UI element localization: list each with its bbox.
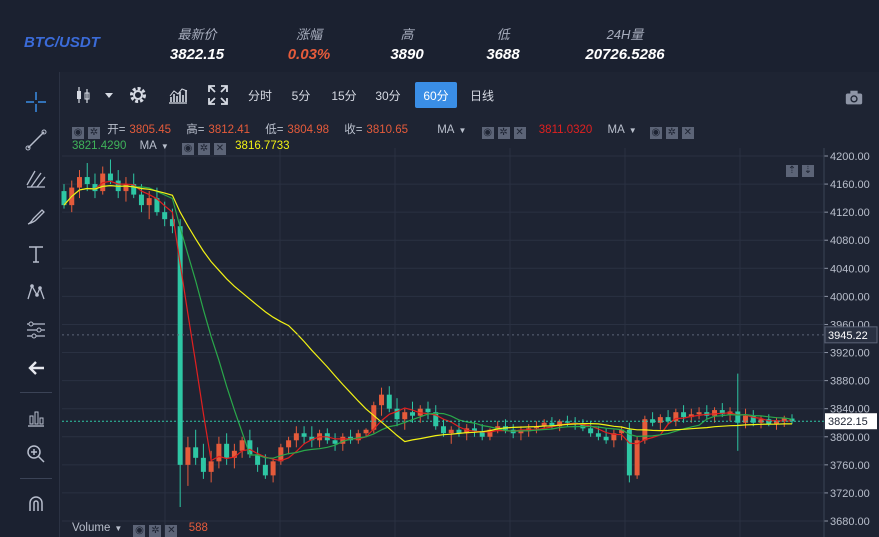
candle-body [208, 461, 214, 472]
candle-body [386, 394, 392, 409]
eye-icon[interactable]: ◉ [72, 127, 84, 139]
candle-body [595, 433, 601, 437]
candle-body [665, 417, 671, 422]
candle-body [712, 410, 718, 416]
candle-body [379, 394, 385, 406]
candle-body [278, 447, 284, 462]
close-icon[interactable]: ✕ [165, 525, 178, 537]
eye-icon[interactable]: ◉ [181, 143, 194, 155]
candle-body [634, 440, 640, 476]
y-tick-label: 4000.00 [830, 291, 870, 303]
open-label: 开= [107, 124, 126, 136]
low-label: 低= [265, 124, 284, 136]
candle-body [588, 428, 594, 434]
candle-body [247, 440, 253, 455]
y-tick-label: 3880.00 [830, 376, 870, 388]
candle-body [216, 443, 222, 462]
scale-up-icon[interactable]: ⇡ [786, 165, 798, 177]
settings-small-icon[interactable]: ✲ [197, 143, 210, 155]
candle-body [448, 429, 454, 434]
close-icon[interactable]: ✕ [681, 127, 694, 139]
close-label: 收= [344, 124, 363, 136]
price-chart[interactable]: 4200.00 4160.00 4120.00 4080.00 4040.00 4000.… [0, 0, 879, 537]
settings-small-icon[interactable]: ✲ [149, 525, 162, 537]
high-value: 3812.41 [208, 124, 250, 136]
eye-icon[interactable]: ◉ [133, 525, 146, 537]
candle-body [107, 173, 113, 181]
y-tick-label: 3800.00 [830, 432, 870, 444]
ma-legend: 3821.4290 MA ▼ ◉ ✲ ✕ 3816.7733 [72, 140, 294, 155]
candle-body [270, 461, 276, 476]
y-tick-label: 4080.00 [830, 235, 870, 247]
candle-body [293, 433, 299, 441]
candle-body [224, 443, 230, 458]
volume-value: 588 [188, 522, 208, 534]
y-tick-label: 3680.00 [830, 516, 870, 528]
ma-label[interactable]: MA [437, 124, 454, 136]
ma-yellow-value: 3816.7733 [235, 140, 290, 152]
volume-legend: Volume ▼ ◉ ✲ ✕ 588 [72, 522, 212, 537]
scale-down-icon[interactable]: ⇣ [802, 165, 814, 177]
settings-small-icon[interactable]: ✲ [665, 127, 678, 139]
candle-body [363, 429, 369, 434]
candle-body [402, 412, 408, 420]
candle-body [626, 429, 632, 476]
candle-body [185, 447, 191, 465]
candle-body [200, 457, 206, 472]
chevron-down-icon[interactable]: ▼ [629, 126, 637, 135]
close-icon[interactable]: ✕ [213, 143, 226, 155]
candle-body [84, 177, 90, 185]
candle-body [162, 212, 168, 220]
volume-label[interactable]: Volume [72, 522, 110, 534]
candle-body [146, 198, 152, 206]
ma-red-value: 3811.0320 [538, 124, 593, 136]
last-price-label: 3822.15 [828, 416, 868, 428]
candle-body [410, 412, 416, 416]
candle-body [332, 440, 338, 444]
ma-label[interactable]: MA [608, 124, 625, 136]
close-icon[interactable]: ✕ [513, 127, 526, 139]
eye-icon[interactable]: ◉ [649, 127, 662, 139]
y-tick-label: 3720.00 [830, 488, 870, 500]
candle-body [440, 426, 446, 434]
crosshair-label: 3945.22 [828, 330, 868, 342]
high-label: 高= [186, 124, 205, 136]
y-tick-label: 4160.00 [830, 179, 870, 191]
ma-label[interactable]: MA [140, 140, 157, 152]
candle-body [123, 184, 129, 192]
ma-green-value: 3821.4290 [72, 140, 127, 152]
y-tick-label: 4120.00 [830, 207, 870, 219]
candle-body [681, 412, 687, 418]
low-value: 3804.98 [287, 124, 329, 136]
candle-body [301, 433, 307, 437]
candle-body [239, 440, 245, 451]
candle-body [286, 440, 292, 448]
y-tick-label: 4200.00 [830, 151, 870, 163]
eye-icon[interactable]: ◉ [481, 127, 494, 139]
chevron-down-icon[interactable]: ▼ [114, 524, 122, 533]
candle-body [193, 447, 199, 458]
candle-body [425, 408, 431, 413]
trading-app: BTC/USDT 最新价 3822.15 涨幅 0.03% 高 3890 低 3… [0, 0, 879, 537]
candle-body [657, 417, 663, 423]
candle-body [76, 177, 82, 188]
chevron-down-icon[interactable]: ▼ [458, 126, 466, 135]
settings-small-icon[interactable]: ✲ [88, 127, 100, 139]
candle-body [262, 464, 268, 476]
candle-body [138, 194, 144, 206]
candle-body [603, 436, 609, 441]
open-value: 3805.45 [129, 124, 171, 136]
y-tick-label: 3760.00 [830, 460, 870, 472]
y-tick-label: 4040.00 [830, 263, 870, 275]
ohlc-legend: ◉ ✲ 开= 3805.45 高= 3812.41 低= 3804.98 收= 3810.… [72, 121, 698, 139]
scale-buttons: ⇡ ⇣ [786, 162, 818, 177]
settings-small-icon[interactable]: ✲ [497, 127, 510, 139]
close-value: 3810.65 [366, 124, 408, 136]
chevron-down-icon[interactable]: ▼ [161, 142, 169, 151]
candle-body [696, 412, 702, 415]
y-tick-label: 3920.00 [830, 348, 870, 360]
